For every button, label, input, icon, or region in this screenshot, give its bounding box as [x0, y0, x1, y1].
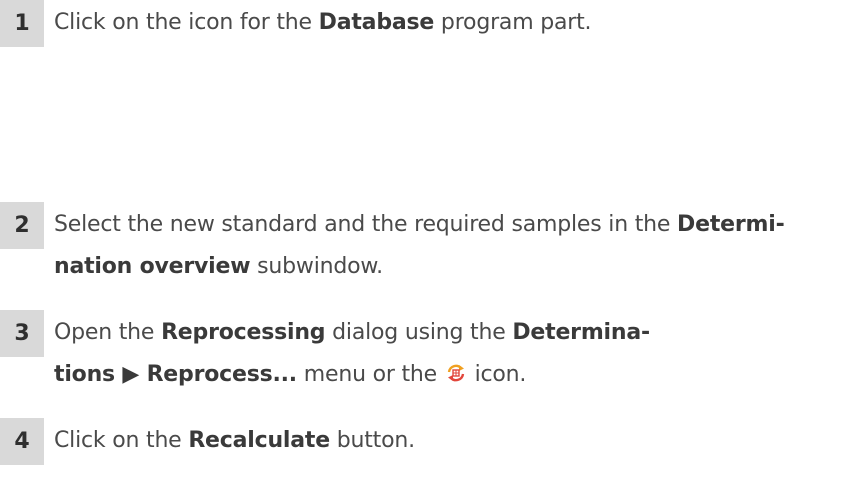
step-text-segment: Click on the icon for the	[54, 10, 319, 35]
reprocess-icon	[446, 356, 466, 382]
step-text-segment: Select the new standard and the required…	[54, 212, 678, 237]
menu-path-reprocess: tions ▶ Reprocess...	[54, 362, 297, 387]
step-text-segment: subwindow.	[250, 254, 383, 279]
step-text-segment: program part.	[434, 10, 592, 35]
step-text-segment: Open the	[54, 320, 162, 345]
ui-term-determinations-part1: Determina-	[512, 320, 650, 345]
step-instruction: Select the new standard and the required…	[54, 204, 844, 288]
ui-term-determination-overview-part1: Determi-	[677, 212, 785, 237]
step-instruction: Click on the icon for the Database progr…	[54, 7, 844, 38]
ui-term-reprocessing: Reprocessing	[161, 320, 326, 345]
ui-term-database: Database	[318, 10, 435, 35]
step-instruction: Click on the Recalculate button.	[54, 425, 844, 456]
step-text-segment: menu or the	[296, 362, 444, 387]
step-number: 1	[0, 0, 44, 47]
step-number: 3	[0, 310, 44, 357]
step-text-segment: icon.	[467, 362, 527, 387]
ui-term-determination-overview-part2: nation overview	[54, 254, 251, 279]
ui-term-recalculate: Recalculate	[188, 428, 330, 453]
step-instruction: Open the Reprocessing dialog using the D…	[54, 312, 844, 396]
step-text-segment: button.	[329, 428, 415, 453]
step-text-segment: Click on the	[54, 428, 189, 453]
step-text-segment: dialog using the	[325, 320, 513, 345]
step-number: 4	[0, 418, 44, 465]
step-number: 2	[0, 202, 44, 249]
